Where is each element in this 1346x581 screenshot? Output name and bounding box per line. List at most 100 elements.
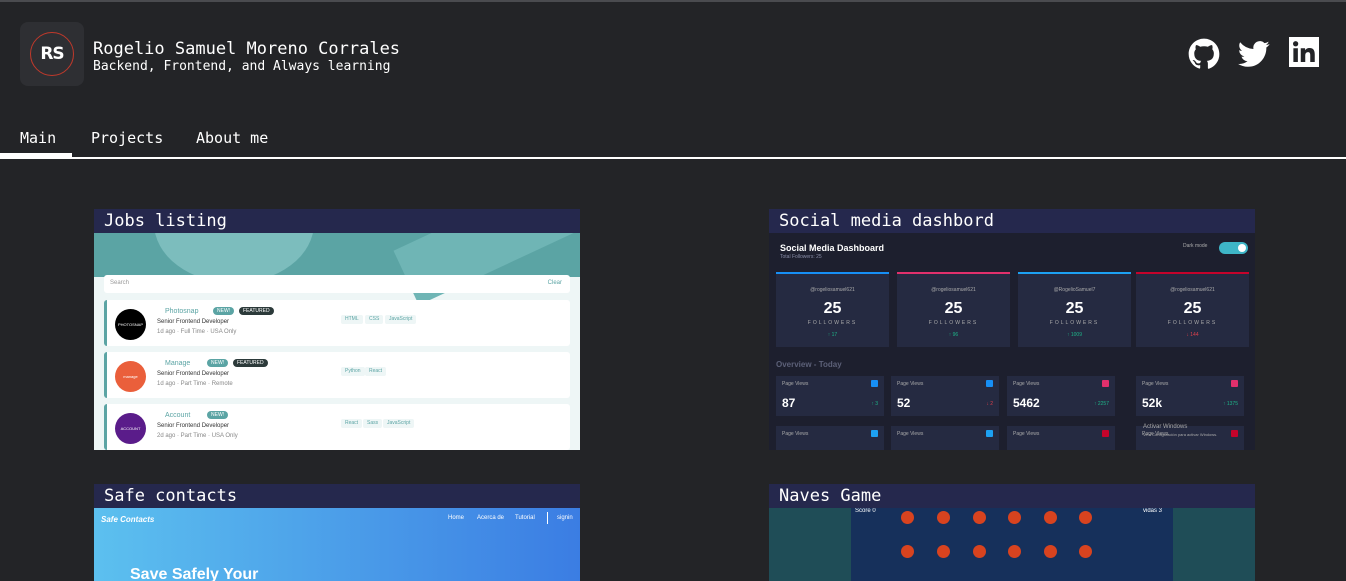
tab-about-me[interactable]: About me <box>196 129 268 147</box>
enemy-ship <box>1008 545 1021 558</box>
follower-handle: @rogeliosamuel621 <box>931 287 976 293</box>
project-thumbnail[interactable]: Search Clear PHOTOSNAP Photosnap NEW! FE… <box>94 233 580 450</box>
job-tag: JavaScript <box>383 419 415 428</box>
job-company: Photosnap <box>165 308 199 315</box>
instagram-icon <box>1231 380 1238 387</box>
project-card-safe-contacts[interactable]: Safe contacts Safe Contacts Home Acerca … <box>94 484 580 581</box>
overview-card: Page Views <box>776 426 884 450</box>
overview-card: Page Views <box>891 426 999 450</box>
safe-nav-link: Acerca de <box>477 515 505 521</box>
overview-card: Page Views 52 ↓ 2 <box>891 376 999 416</box>
job-row: ACCOUNT Account NEW! Senior Frontend Dev… <box>104 404 570 450</box>
project-title: Jobs listing <box>94 209 580 233</box>
job-row: PHOTOSNAP Photosnap NEW! FEATURED Senior… <box>104 300 570 346</box>
game-lives: vidas 3 <box>1143 508 1163 514</box>
follower-handle: @RogelioSamuel7 <box>1053 287 1096 293</box>
follower-label: FOLLOWERS <box>807 320 858 326</box>
enemy-ship <box>937 545 950 558</box>
follower-handle: @rogeliosamuel621 <box>1170 287 1215 293</box>
project-thumbnail[interactable]: Safe Contacts Home Acerca de Tutorial si… <box>94 508 580 581</box>
follower-label: FOLLOWERS <box>928 320 979 326</box>
overview-label: Page Views <box>1142 381 1169 387</box>
enemy-ship <box>937 511 950 524</box>
dashboard-subtitle: Total Followers: 25 <box>780 254 822 260</box>
project-title: Naves Game <box>769 484 1255 508</box>
activation-subtitle: Ve a Configuración para activar Windows. <box>1143 432 1218 437</box>
job-tag: HTML <box>341 315 363 324</box>
github-icon[interactable] <box>1188 38 1220 70</box>
follower-count: 25 <box>823 300 842 317</box>
overview-delta: ↓ 2 <box>986 401 993 407</box>
company-logo: PHOTOSNAP <box>115 309 146 340</box>
instagram-icon <box>1102 380 1109 387</box>
tab-projects[interactable]: Projects <box>91 129 163 147</box>
jobs-banner <box>94 233 580 306</box>
safe-nav-link: signin <box>557 515 573 521</box>
dark-mode-label: Dark mode <box>1183 243 1208 249</box>
safe-nav-link: Home <box>448 515 465 521</box>
job-meta: 1d ago · Full Time · USA Only <box>157 329 237 335</box>
follower-delta: ↑ 96 <box>948 332 959 338</box>
follower-handle: @rogeliosamuel621 <box>810 287 855 293</box>
overview-value: 52 <box>897 396 911 410</box>
job-badge: NEW! <box>213 307 235 315</box>
project-title: Social media dashbord <box>769 209 1255 233</box>
overview-card: Page Views 52k ↑ 1375 <box>1136 376 1244 416</box>
project-thumbnail[interactable]: Score 0 vidas 3 <box>769 508 1255 581</box>
twitter-icon <box>986 430 993 437</box>
job-tag: React <box>341 419 363 428</box>
job-badge: NEW! <box>207 359 229 367</box>
safe-nav-separator <box>547 512 548 524</box>
enemy-ship <box>1044 511 1057 524</box>
linkedin-icon[interactable] <box>1289 37 1319 67</box>
project-title: Safe contacts <box>94 484 580 508</box>
job-company: Manage <box>165 360 191 367</box>
overview-label: Page Views <box>897 431 924 437</box>
twitter-icon <box>871 430 878 437</box>
overview-label: Page Views <box>897 381 924 387</box>
job-tag: React <box>365 367 387 376</box>
follower-label: FOLLOWERS <box>1049 320 1100 326</box>
job-tag: Sass <box>363 419 383 428</box>
game-score: Score 0 <box>855 508 876 514</box>
activation-title: Activar Windows <box>1143 424 1188 430</box>
job-role: Senior Frontend Developer <box>157 371 230 377</box>
follower-label: FOLLOWERS <box>1167 320 1218 326</box>
enemy-ship <box>973 545 986 558</box>
enemy-ship <box>1079 511 1092 524</box>
enemy-ship <box>973 511 986 524</box>
overview-label: Page Views <box>782 431 809 437</box>
top-border <box>0 0 1346 2</box>
follower-delta: ↓ 144 <box>1186 332 1199 338</box>
facebook-icon <box>986 380 993 387</box>
project-card-naves-game[interactable]: Naves Game Score 0 vidas 3 <box>769 484 1255 581</box>
tab-main[interactable]: Main <box>20 129 56 147</box>
youtube-icon <box>1102 430 1109 437</box>
overview-delta: ↑ 1375 <box>1222 401 1238 407</box>
twitter-icon[interactable] <box>1238 38 1270 70</box>
project-thumbnail[interactable]: Social Media Dashboard Total Followers: … <box>769 233 1255 450</box>
job-company: Account <box>165 412 191 419</box>
project-card-jobs[interactable]: Jobs listing Search Clear PHOTOSNAP Phot… <box>94 209 580 450</box>
overview-label: Page Views <box>1013 381 1040 387</box>
windows-activation-watermark: Activar Windows Ve a Configuración para … <box>1143 424 1217 438</box>
follower-count: 25 <box>944 300 963 317</box>
enemy-ship <box>1044 545 1057 558</box>
job-row: manage Manage NEW! FEATURED Senior Front… <box>104 352 570 398</box>
overview-value: 87 <box>782 396 796 410</box>
enemy-ship <box>901 545 914 558</box>
enemy-ship <box>1079 545 1092 558</box>
job-meta: 1d ago · Part Time · Remote <box>157 381 233 387</box>
site-logo[interactable]: RS <box>20 22 84 86</box>
follower-count: 25 <box>1183 300 1202 317</box>
overview-value: 5462 <box>1013 396 1040 410</box>
job-role: Senior Frontend Developer <box>157 423 230 429</box>
dashboard-title: Social Media Dashboard <box>780 243 885 253</box>
overview-value: 52k <box>1142 396 1163 410</box>
enemy-ship <box>1008 511 1021 524</box>
project-card-social-dashboard[interactable]: Social media dashbord Social Media Dashb… <box>769 209 1255 450</box>
follower-delta: ↑ 17 <box>827 332 838 338</box>
overview-label: Page Views <box>1013 431 1040 437</box>
overview-card: Page Views <box>1007 426 1115 450</box>
company-logo: ACCOUNT <box>115 413 146 444</box>
